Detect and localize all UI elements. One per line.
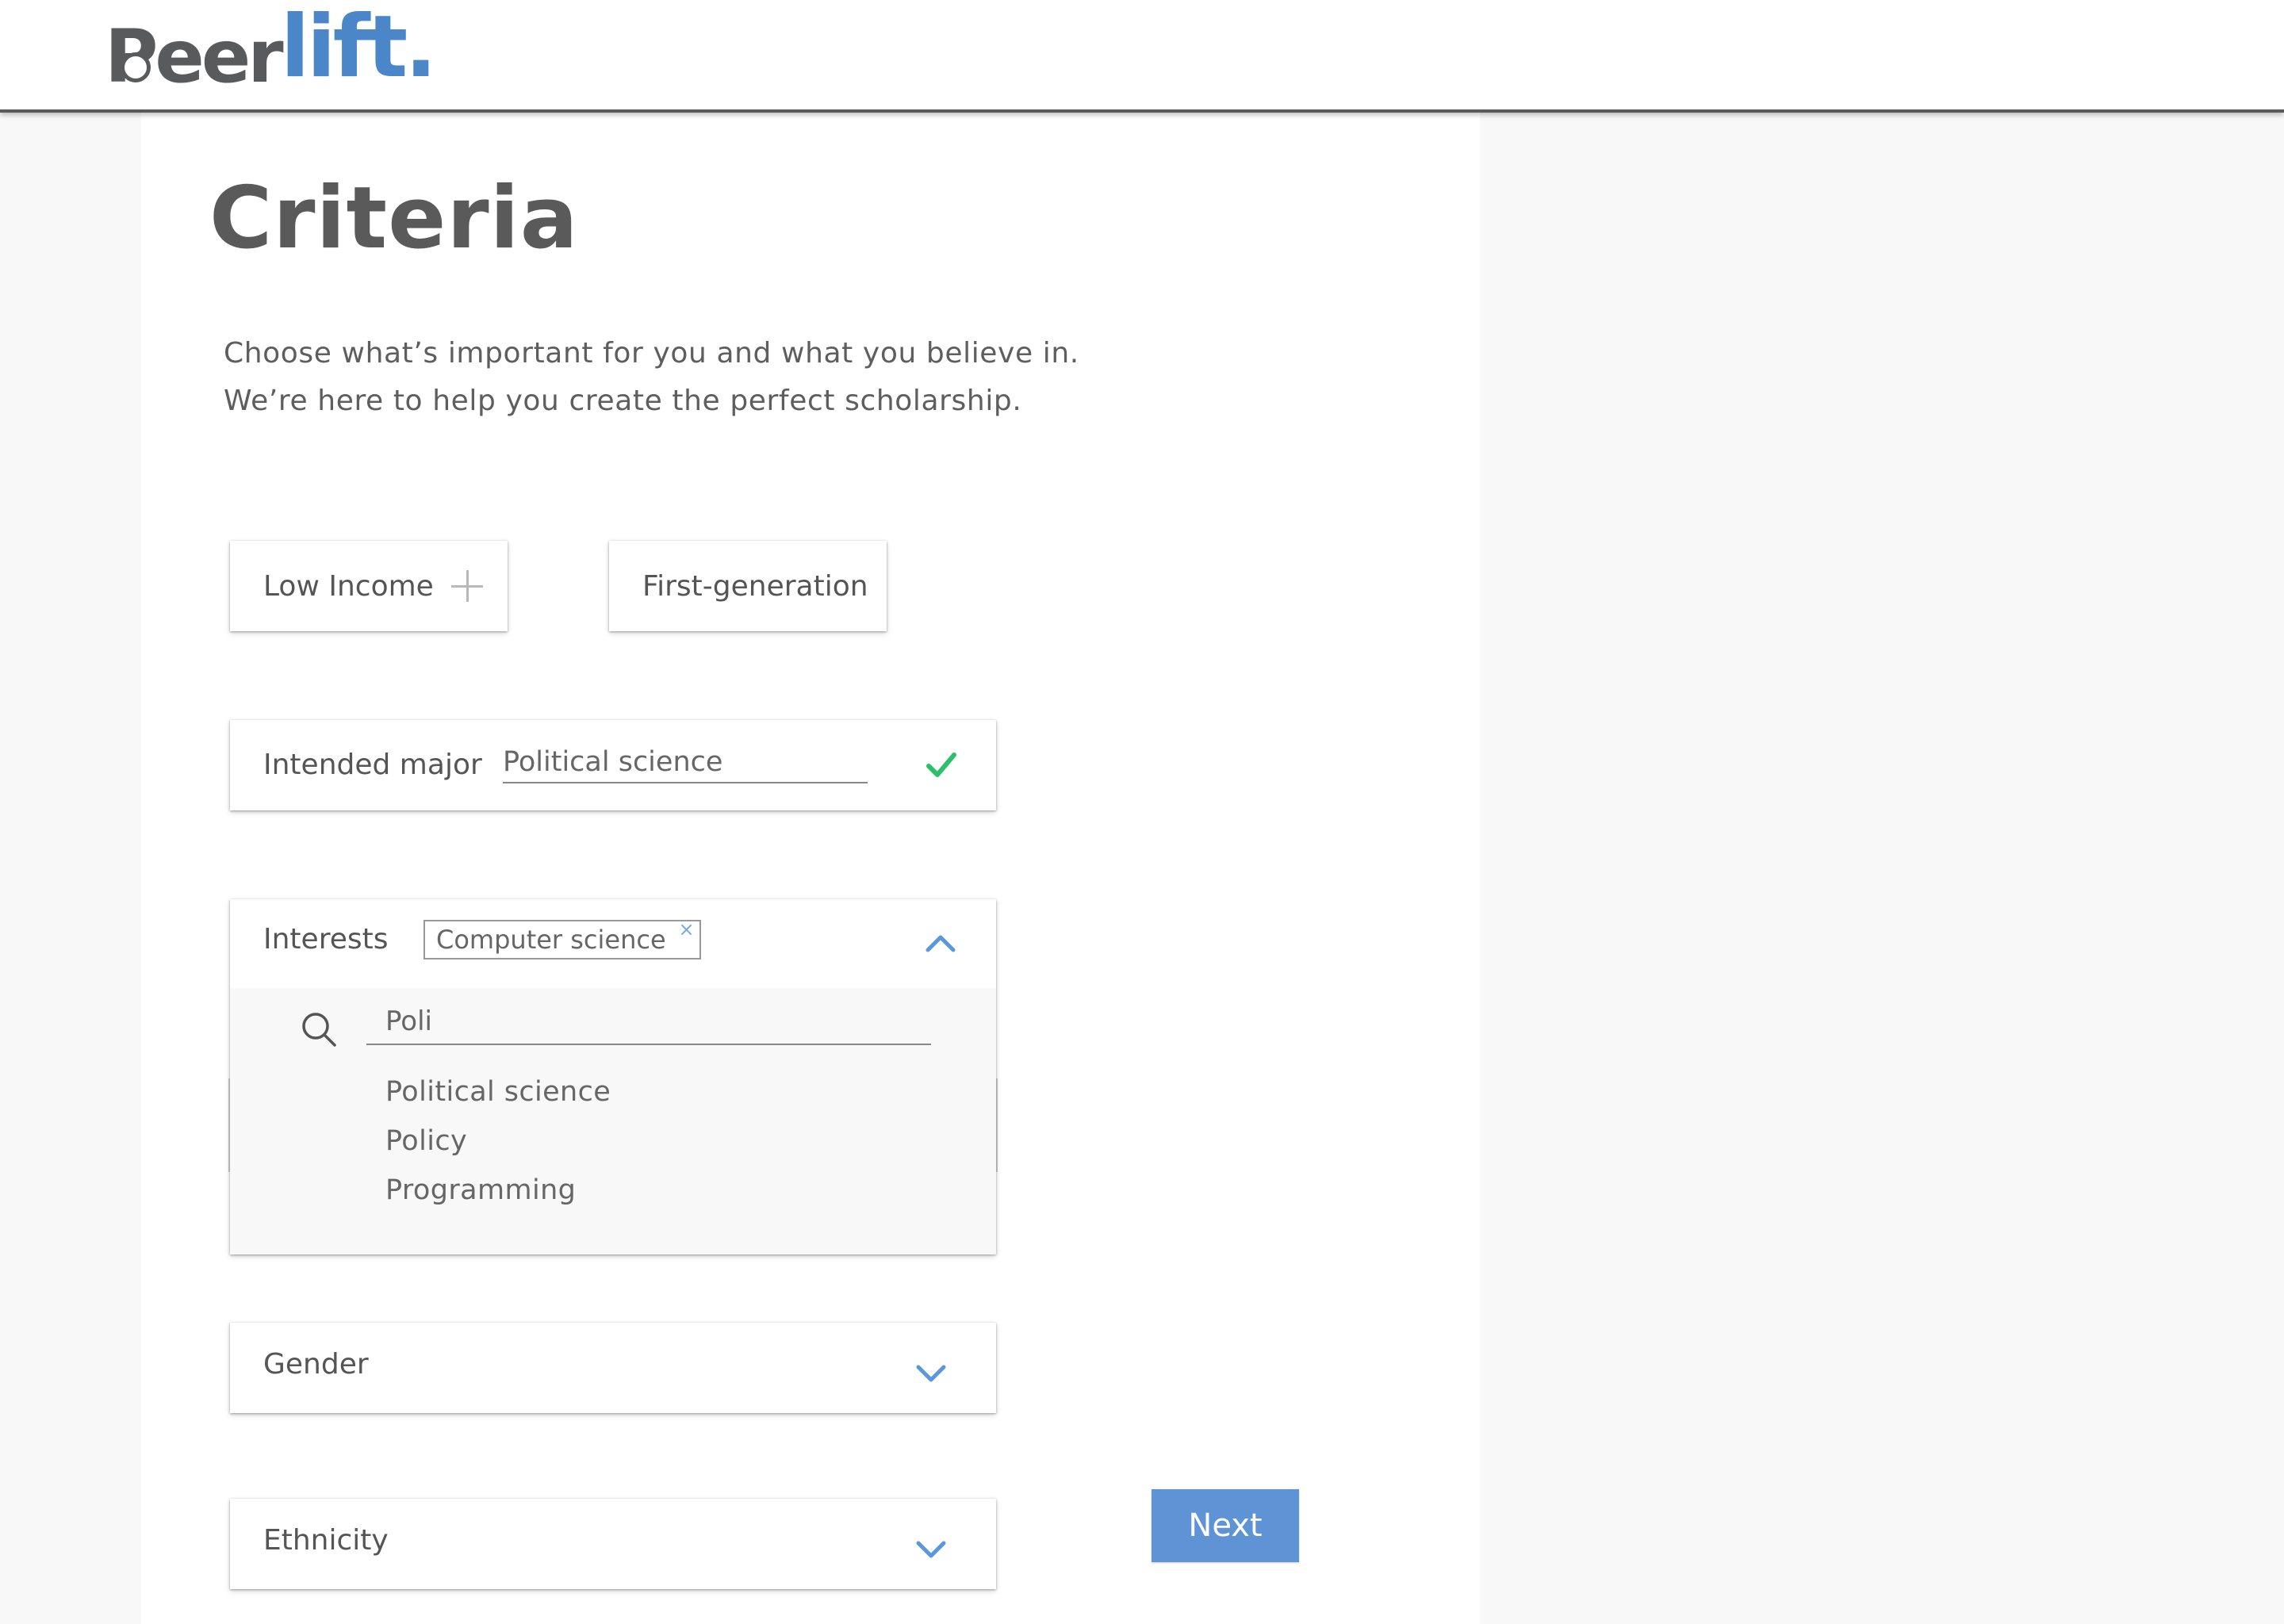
suggestion-item[interactable]: Programming — [385, 1166, 611, 1215]
logo-lift-text: lift. — [280, 0, 438, 97]
low-income-label: Low Income — [263, 569, 434, 603]
first-generation-label: First-generation — [642, 569, 868, 603]
chip-remove-icon[interactable]: × — [679, 920, 695, 939]
interests-label: Interests — [263, 923, 389, 956]
first-generation-toggle[interactable]: First-generation — [609, 541, 887, 631]
gender-label: Gender — [263, 1348, 369, 1381]
intro-line-1: Choose what’s important for you and what… — [224, 337, 1079, 370]
intro-text: Choose what’s important for you and what… — [224, 330, 1079, 425]
page-title: Criteria — [209, 169, 579, 268]
intended-major-label: Intended major — [263, 749, 482, 781]
intended-major-input[interactable] — [503, 742, 868, 783]
check-icon — [926, 753, 956, 777]
low-income-toggle[interactable]: Low Income — [230, 541, 508, 631]
next-button[interactable]: Next — [1152, 1489, 1299, 1562]
suggestion-item[interactable]: Political science — [385, 1067, 611, 1116]
ethnicity-label: Ethnicity — [263, 1524, 389, 1557]
interests-search-panel: Political science Policy Programming — [230, 988, 996, 1254]
interest-chip: Computer science × — [423, 920, 701, 959]
logo-peer-text: Peer — [105, 21, 284, 94]
interest-chip-label: Computer science — [436, 925, 666, 955]
intended-major-field: Intended major — [230, 720, 996, 810]
chevron-down-icon[interactable] — [914, 1356, 948, 1391]
gender-dropdown[interactable]: Gender — [230, 1323, 996, 1413]
search-icon — [302, 1013, 336, 1047]
plus-icon[interactable] — [450, 570, 483, 602]
chevron-down-icon[interactable] — [914, 1532, 948, 1567]
top-header: Peer lift. — [0, 0, 2284, 113]
magnifier-logo-icon — [121, 52, 151, 82]
peerlift-logo[interactable]: Peer lift. — [105, 0, 438, 97]
intro-line-2: We’re here to help you create the perfec… — [224, 385, 1022, 417]
chevron-up-icon[interactable] — [923, 926, 958, 961]
suggestion-list: Political science Policy Programming — [385, 1067, 611, 1215]
interests-header[interactable]: Interests Computer science × — [230, 899, 996, 988]
ethnicity-dropdown[interactable]: Ethnicity — [230, 1499, 996, 1589]
suggestion-item[interactable]: Policy — [385, 1116, 611, 1166]
interests-dropdown: Interests Computer science × Political s… — [230, 899, 996, 1254]
interests-search-input[interactable] — [366, 999, 931, 1045]
